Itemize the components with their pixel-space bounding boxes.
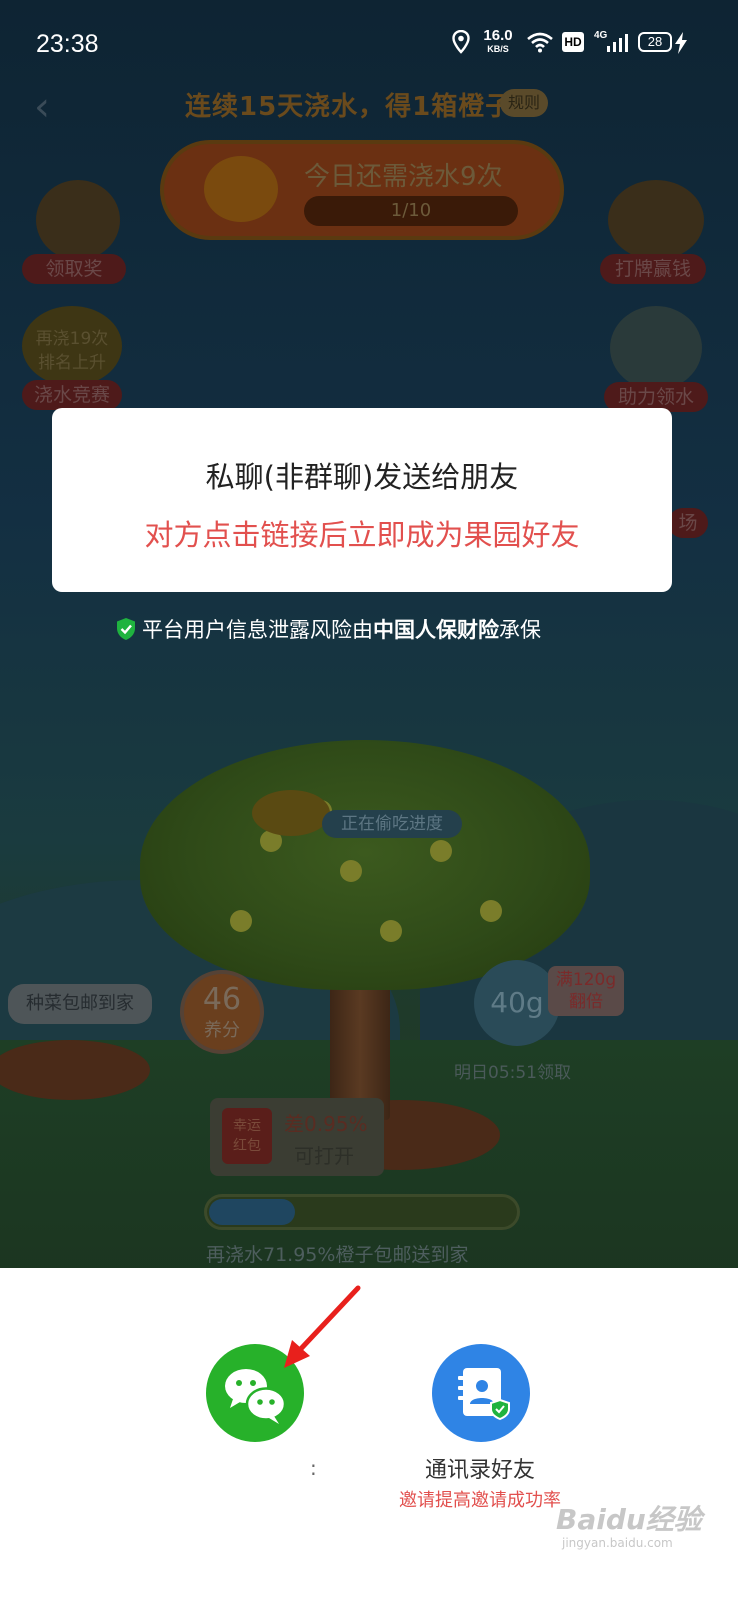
delivery-progress-fill [209, 1199, 295, 1225]
egg-reward-icon[interactable] [36, 180, 120, 260]
double-badge-line2: 翻倍 [569, 992, 603, 1012]
share-message-card: 私聊(非群聊)发送给朋友 对方点击链接后立即成为果园好友 [52, 408, 672, 592]
clock: 23:38 [36, 30, 99, 58]
nutrient-value: 46 [202, 982, 242, 1017]
annotation-arrow-icon [284, 1285, 361, 1368]
network-speed-value: 16.0 [483, 27, 513, 44]
water-contest-button[interactable]: 浇水竞赛 [22, 380, 122, 410]
card-game-icon[interactable] [608, 180, 704, 260]
farm-button[interactable]: 场 [668, 508, 708, 538]
steal-progress-ticker: 正在偷吃进度 [322, 810, 462, 838]
wifi-icon [527, 32, 553, 53]
nutrient-unit: 养分 [204, 1020, 240, 1041]
contacts-label: 通讯录好友 [424, 1458, 535, 1483]
hd-icon: HD [562, 32, 584, 52]
kettle-help-icon[interactable] [610, 306, 702, 390]
bird-icon[interactable] [252, 790, 330, 836]
red-packet-icon: 幸运 红包 [222, 1108, 272, 1164]
double-badge-line1: 满120g [555, 970, 617, 990]
address-book-icon [458, 1368, 510, 1421]
battery-level: 28 [647, 34, 663, 49]
delivery-progress-bar [204, 1194, 520, 1230]
watermark-brand: Baidu经验 [556, 1503, 702, 1536]
red-packet-diff: 差0.95% [284, 1112, 368, 1136]
campaign-title: 连续15天浇水，得1箱橙子 [185, 92, 513, 122]
double-badge: 满120g 翻倍 [548, 966, 624, 1016]
fruit-icon [340, 860, 362, 882]
signal-icon [607, 34, 628, 52]
baidu-watermark: Baidu经验 jingyan.baidu.com [556, 1498, 716, 1558]
nutrient-score[interactable]: 46 养分 [180, 970, 264, 1054]
insurance-suffix: 承保 [499, 618, 541, 642]
red-packet-line2: 红包 [233, 1138, 261, 1154]
rank-badge: 再浇19次 排名上升 [22, 306, 122, 386]
network-speed-unit: KB/S [487, 44, 509, 54]
water-progress-banner: 今日还需浇水9次 1/10 [160, 140, 564, 240]
rules-button[interactable]: 规则 [500, 89, 548, 117]
delivery-progress-caption: 再浇水71.95%橙子包邮送到家 [206, 1244, 469, 1266]
tomorrow-claim-text: 明日05:51领取 [454, 1063, 571, 1083]
battery-icon: 28 [638, 32, 672, 52]
back-chevron-icon[interactable]: ‹ [34, 84, 50, 130]
water-progress-bar: 1/10 [304, 196, 518, 226]
share-benefit: 对方点击链接后立即成为果园好友 [144, 518, 580, 552]
fruit-icon [430, 840, 452, 862]
rank-badge-line2: 排名上升 [38, 353, 106, 373]
wechat-label: : [310, 1456, 317, 1480]
red-packet-line1: 幸运 [233, 1118, 261, 1134]
card-game-button[interactable]: 打牌赢钱 [600, 254, 706, 284]
location-icon [452, 30, 470, 54]
fruit-icon [380, 920, 402, 942]
shield-check-icon [117, 618, 135, 640]
rank-badge-line1: 再浇19次 [35, 329, 109, 349]
game-background: ‹ 连续15天浇水，得1箱橙子 规则 今日还需浇水9次 1/10 领取奖 再浇1… [0, 0, 738, 1295]
claim-reward-button[interactable]: 领取奖 [22, 254, 126, 284]
contacts-share-button[interactable] [432, 1344, 530, 1442]
share-instruction: 私聊(非群聊)发送给朋友 [205, 460, 519, 494]
orange-tree[interactable] [140, 740, 590, 990]
insurance-prefix: 平台用户信息泄露风险由 [142, 618, 373, 642]
vegetable-delivery-label[interactable]: 种菜包邮到家 [8, 984, 152, 1024]
status-bar: 23:38 16.0 KB/S HD 4G 28 [0, 0, 738, 80]
fruit-icon [480, 900, 502, 922]
water-needed-text: 今日还需浇水9次 [304, 162, 503, 192]
fruit-icon [230, 910, 252, 932]
insurance-notice: 平台用户信息泄露风险由 中国人保财险 承保 [116, 614, 541, 644]
orange-icon [204, 156, 278, 222]
insurance-company: 中国人保财险 [373, 618, 499, 642]
network-speed: 16.0 KB/S [480, 27, 516, 55]
red-packet-open: 可打开 [294, 1144, 354, 1168]
charging-icon [675, 32, 687, 54]
watermark-url: jingyan.baidu.com [562, 1536, 673, 1550]
lucky-red-packet[interactable]: 幸运 红包 差0.95% 可打开 [210, 1098, 384, 1176]
